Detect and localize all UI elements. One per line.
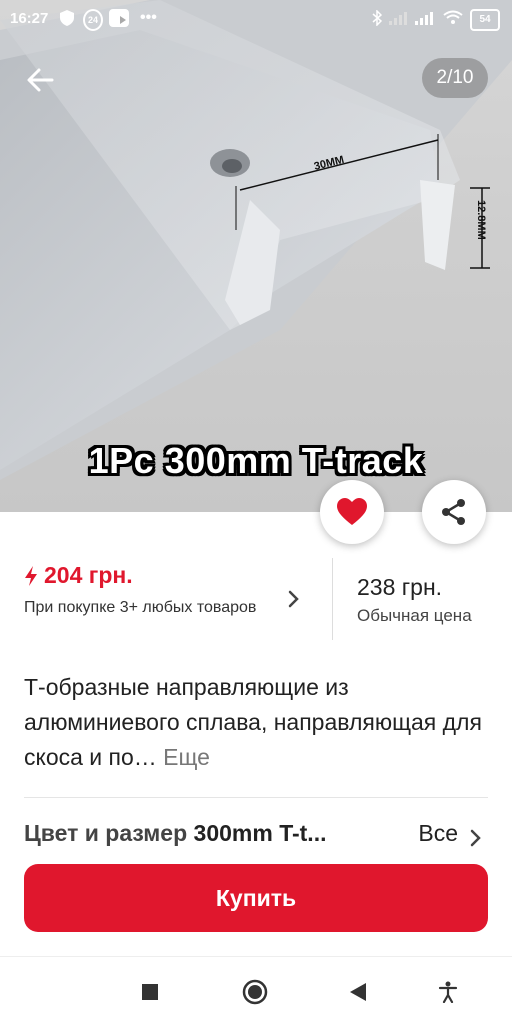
home-icon — [242, 979, 268, 1005]
variant-label: Цвет и размер — [24, 820, 188, 846]
image-caption: 1Pc 300mm T-track — [88, 440, 424, 481]
product-image-gallery[interactable]: 30MM 12.8MM 16:27 24 ••• 54 2/10 1Pc 300… — [0, 0, 512, 512]
back-triangle-icon — [350, 983, 366, 1001]
chevron-right-icon — [288, 590, 299, 608]
back-button[interactable] — [22, 62, 58, 98]
wifi-icon — [443, 9, 463, 27]
sale-price-value: 204 грн. — [44, 562, 133, 588]
shield-icon — [60, 9, 74, 27]
status-bar: 16:27 24 ••• 54 — [0, 0, 512, 38]
youtube-icon — [109, 9, 129, 27]
dimension-height-label: 12.8MM — [475, 200, 487, 240]
share-icon — [442, 499, 465, 525]
regular-price: 238 грн. — [357, 574, 443, 600]
description-text: Т-образные направляющие из алюминиевого … — [24, 674, 482, 770]
more-notifications-icon: ••• — [140, 9, 157, 26]
sale-price: 204 грн. — [24, 562, 133, 589]
favorite-button[interactable] — [320, 480, 384, 544]
accessibility-button[interactable] — [433, 977, 463, 1007]
sale-condition: При покупке 3+ любых товаров — [24, 599, 257, 616]
variant-selector[interactable]: Цвет и размер 300mm T-t... Все — [24, 820, 488, 854]
product-description[interactable]: Т-образные направляющие из алюминиевого … — [24, 670, 492, 775]
variant-all-link[interactable]: Все — [418, 820, 458, 847]
heart-icon — [337, 498, 367, 525]
back-system-button[interactable] — [344, 977, 374, 1007]
signal-icon-2 — [415, 9, 435, 27]
status-time: 16:27 — [10, 10, 49, 27]
accessibility-icon — [438, 981, 458, 1003]
divider — [24, 797, 488, 798]
chevron-right-icon — [470, 826, 482, 853]
variant-value: 300mm T-t... — [193, 820, 327, 846]
description-more-link[interactable]: Еще — [163, 744, 210, 770]
signal-icon-1 — [389, 9, 409, 27]
bluetooth-icon — [372, 9, 382, 27]
lightning-icon — [25, 565, 37, 586]
price-divider — [332, 558, 333, 640]
share-button[interactable] — [422, 480, 486, 544]
system-nav-bar — [0, 956, 512, 1025]
price-section: 204 грн. При покупке 3+ любых товаров 23… — [0, 544, 512, 654]
sale-details-button[interactable] — [288, 590, 300, 613]
battery-icon: 54 — [470, 9, 500, 31]
regular-price-label: Обычная цена — [357, 606, 472, 625]
recents-button[interactable] — [135, 977, 165, 1007]
buy-button[interactable]: Купить — [24, 864, 488, 932]
stop-icon — [142, 984, 158, 1000]
arrow-left-icon — [27, 68, 54, 92]
notification-badge-icon: 24 — [83, 9, 103, 31]
image-counter: 2/10 — [422, 58, 488, 98]
home-button[interactable] — [240, 977, 270, 1007]
